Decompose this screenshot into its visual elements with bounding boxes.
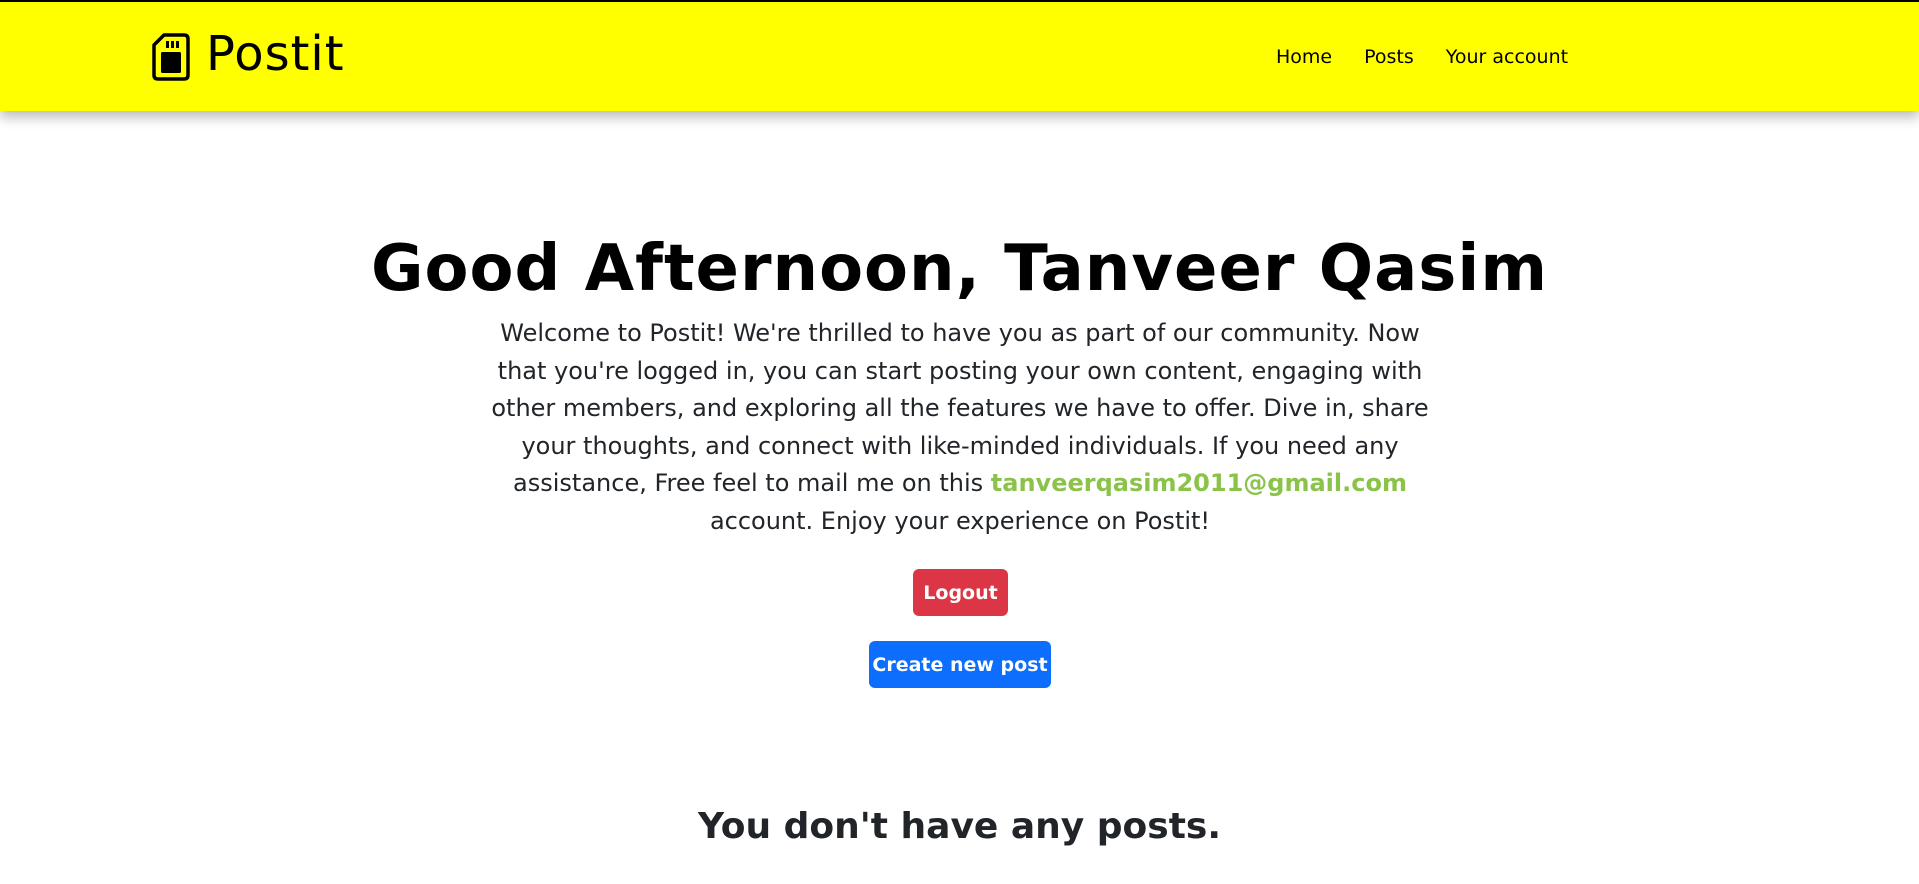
- brand-name: Postit: [206, 26, 345, 82]
- navbar: Postit Home Posts Your account: [0, 0, 1919, 111]
- welcome-message: Welcome to Postit! We're thrilled to hav…: [490, 315, 1430, 540]
- welcome-text-after-email: account. Enjoy your experience on Postit…: [709, 506, 1211, 535]
- brand-link[interactable]: Postit: [152, 24, 345, 84]
- nav-links: Home Posts Your account: [1276, 46, 1568, 68]
- nav-link-your-account[interactable]: Your account: [1446, 46, 1568, 68]
- greeting-heading: Good Afternoon, Tanveer Qasim: [371, 232, 1548, 306]
- create-post-button[interactable]: Create new post: [869, 641, 1051, 688]
- no-posts-message: You don't have any posts.: [697, 806, 1222, 847]
- nav-link-posts[interactable]: Posts: [1364, 46, 1414, 68]
- sd-card-icon: [152, 33, 190, 81]
- email-link[interactable]: tanveerqasim2011@gmail.com: [991, 469, 1407, 497]
- nav-link-home[interactable]: Home: [1276, 46, 1332, 68]
- logout-button[interactable]: Logout: [913, 569, 1008, 616]
